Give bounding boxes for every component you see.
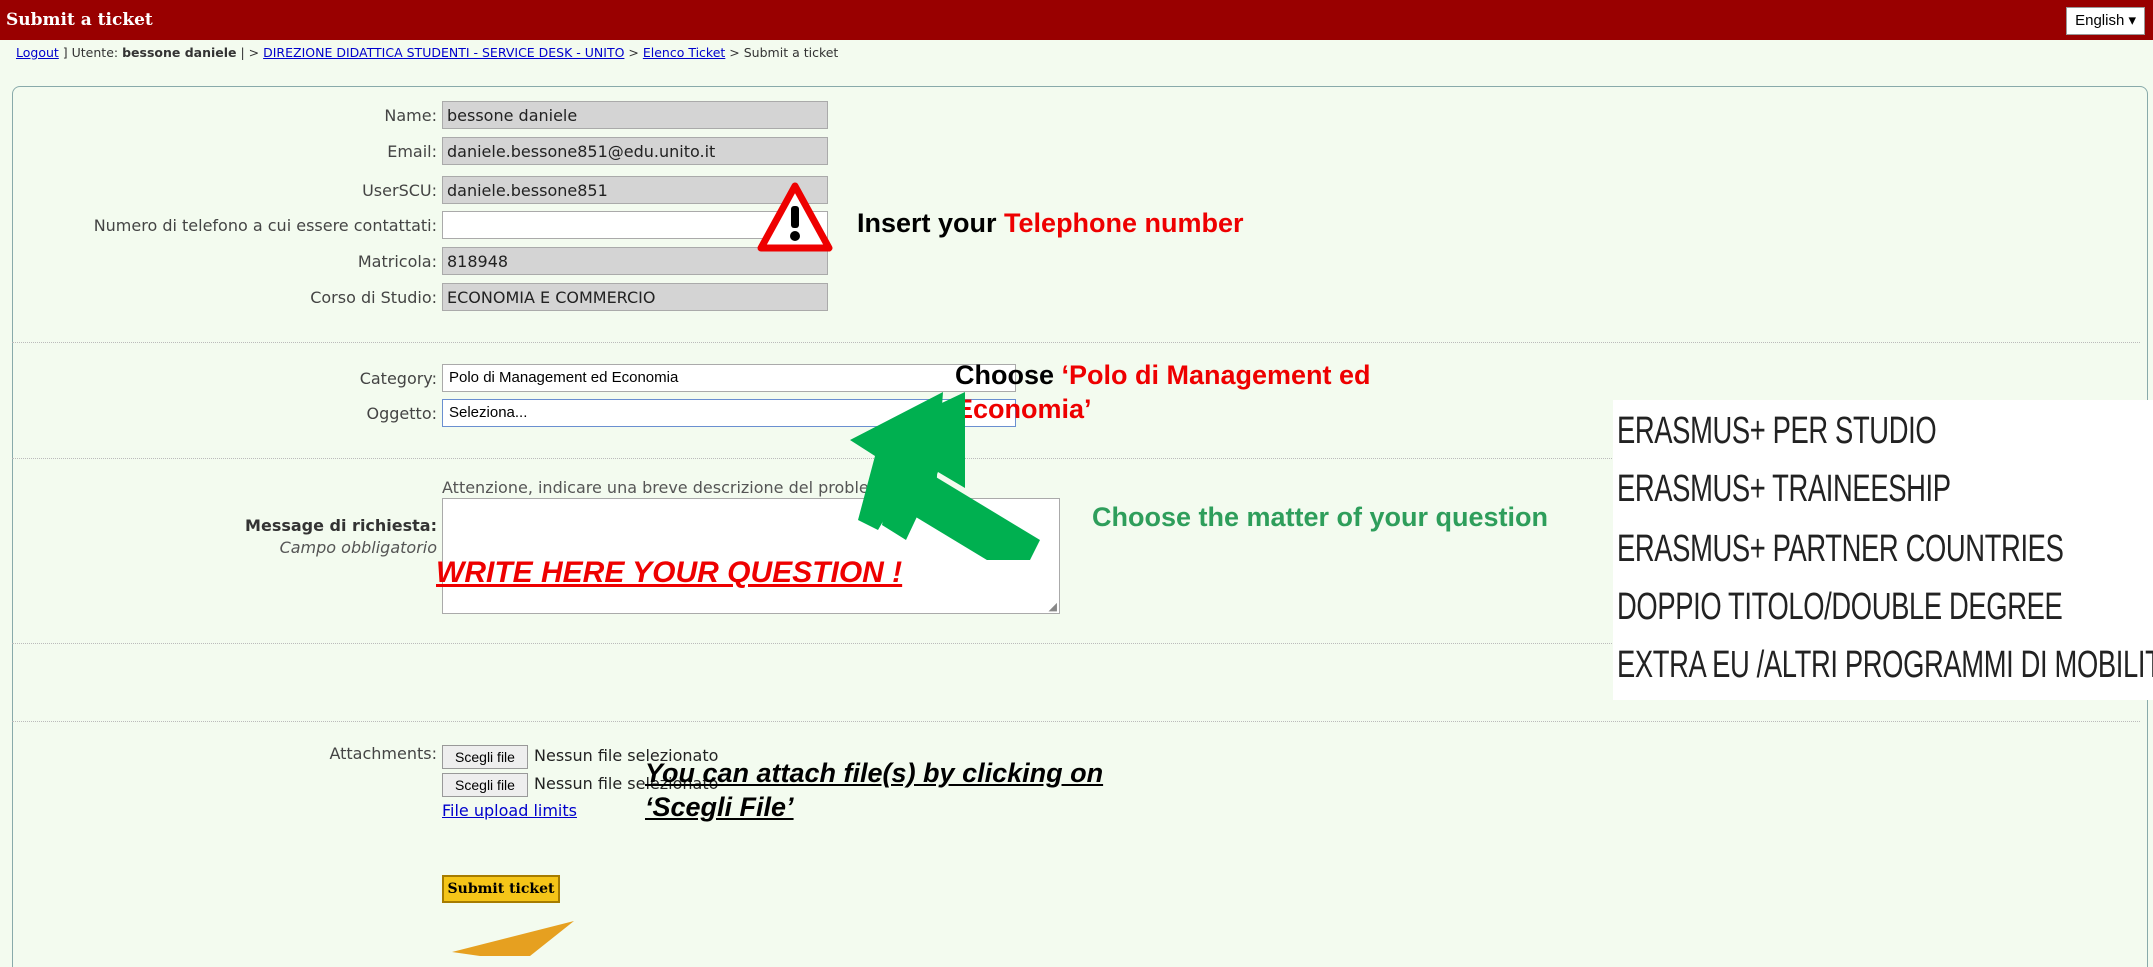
page-title: Submit a ticket [6,10,153,30]
header-bar: Submit a ticket English ▾ [0,0,2153,40]
category-label: Category: [359,369,437,388]
matricola-label: Matricola: [357,252,437,271]
logout-link[interactable]: Logout [16,45,59,60]
breadcrumb-current: > Submit a ticket [725,45,839,60]
telephone-annotation-highlight: Telephone number [1004,208,1244,238]
language-select[interactable]: English ▾ [2066,7,2145,35]
email-label: Email: [387,142,437,161]
category-annotation-highlight-1: ‘Polo di Management ed [1061,360,1371,390]
attachments-label: Attachments: [329,744,437,763]
attention-note: Attenzione, indicare una breve descrizio… [442,478,885,497]
choose-file-button-1[interactable]: Scegli file [442,745,528,769]
phone-label: Numero di telefono a cui essere contatta… [93,216,437,235]
choose-file-button-2[interactable]: Scegli file [442,773,528,797]
subject-option: EXTRA EU /ALTRI PROGRAMMI DI MOBILITA' [1617,644,2153,686]
upload-limits-link[interactable]: File upload limits [442,801,577,820]
green-arrow-icon [850,392,1040,560]
userscu-label: UserSCU: [362,181,437,200]
name-field: bessone daniele [442,101,828,129]
divider [12,342,2140,343]
oggetto-label: Oggetto: [366,404,437,423]
ticket-list-link[interactable]: Elenco Ticket [643,45,725,60]
attach-annotation-line-2: ‘Scegli File’ [645,792,794,822]
required-note: Campo obbligatorio [279,538,437,557]
message-label: Message di richiesta: [245,516,437,535]
breadcrumb-separator: > [624,45,643,60]
attach-annotation: You can attach file(s) by clicking on ‘S… [645,756,1103,824]
subject-option: ERASMUS+ TRAINEESHIP [1617,468,1951,510]
attach-annotation-line-1: You can attach file(s) by clicking on [645,758,1104,788]
subject-options-list: ERASMUS+ PER STUDIO ERASMUS+ TRAINEESHIP… [1613,400,2153,700]
subject-option: ERASMUS+ PARTNER COUNTRIES [1617,528,2064,570]
corso-label: Corso di Studio: [310,288,437,307]
breadcrumb-separator: | > [236,45,264,60]
divider [12,721,2140,722]
warning-icon [757,182,833,252]
resize-handle-icon[interactable]: ◢ [1049,600,1057,613]
breadcrumb-separator: ] Utente: [58,45,123,60]
user-name: bessone daniele [122,45,237,60]
telephone-annotation: Insert your Telephone number [857,208,1244,239]
submit-ticket-button[interactable]: Submit ticket [442,875,560,903]
breadcrumb: Logout ] Utente: bessone daniele | > DIR… [16,45,838,60]
subject-option: ERASMUS+ PER STUDIO [1617,410,1937,452]
email-field: daniele.bessone851@edu.unito.it [442,137,828,165]
telephone-annotation-prefix: Insert your [857,208,1005,238]
service-desk-link[interactable]: DIREZIONE DIDATTICA STUDENTI - SERVICE D… [263,45,624,60]
matter-annotation: Choose the matter of your question [1092,502,1549,532]
subject-option: DOPPIO TITOLO/DOUBLE DEGREE [1617,586,2063,628]
name-label: Name: [384,106,437,125]
orange-arrow-icon [452,921,574,956]
corso-field: ECONOMIA E COMMERCIO [442,283,828,311]
write-question-annotation: WRITE HERE YOUR QUESTION ! [436,556,903,589]
